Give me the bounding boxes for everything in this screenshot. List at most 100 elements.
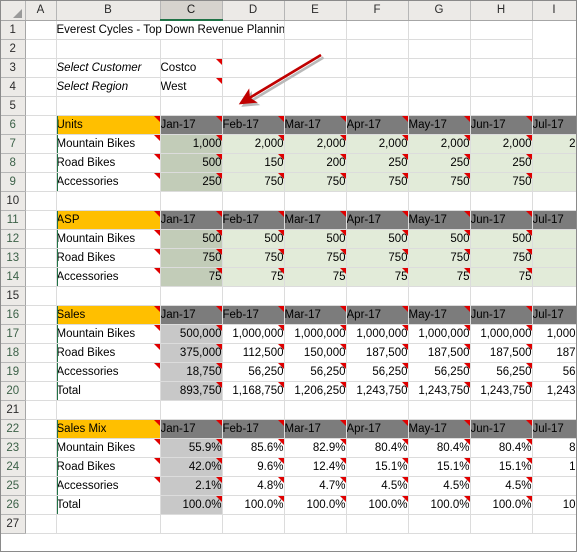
cell-F1[interactable] [284, 20, 347, 40]
cell-sales-accessories-jan[interactable]: 18,750 [159, 362, 223, 382]
cell-units-road-may[interactable]: 250 [408, 153, 471, 173]
cell-asp-accessories-jul[interactable] [532, 267, 576, 287]
column-header-I[interactable]: I [532, 1, 576, 21]
cell-A16[interactable] [25, 305, 57, 325]
cell-asp-accessories-may[interactable]: 75 [408, 267, 471, 287]
cell-D3[interactable] [222, 58, 285, 78]
cell-H15[interactable] [470, 286, 533, 306]
row-header-2[interactable]: 2 [1, 39, 26, 59]
month-header-sales-may[interactable]: May-17 [408, 305, 471, 325]
cell-mix-mountain-jun[interactable]: 80.4% [470, 438, 533, 458]
cell-I10[interactable] [532, 191, 576, 211]
cell-mix-road-may[interactable]: 15.1% [408, 457, 471, 477]
cell-sales-total-jul[interactable]: 1,243 [532, 380, 576, 401]
cell-A27[interactable] [25, 514, 57, 534]
cell-asp-road-feb[interactable]: 750 [222, 248, 285, 268]
cell-asp-road-may[interactable]: 750 [408, 248, 471, 268]
cell-sales-accessories-mar[interactable]: 56,250 [284, 362, 347, 382]
cell-C2[interactable] [160, 39, 223, 59]
month-header-mix-apr[interactable]: Apr-17 [346, 419, 409, 439]
cell-mix-mountain-mar[interactable]: 82.9% [284, 438, 347, 458]
cell-A3[interactable] [25, 58, 57, 78]
cell-mix-mountain-jan[interactable]: 55.9% [159, 438, 223, 458]
month-header-asp-jan[interactable]: Jan-17 [159, 209, 223, 230]
cell-sales-road-jun[interactable]: 187,500 [470, 343, 533, 363]
cell-sales-road-jan[interactable]: 375,000 [159, 343, 223, 363]
month-header-units-jun[interactable]: Jun-17 [470, 115, 533, 135]
cell-sales-road-jul[interactable]: 187 [532, 343, 576, 363]
row-header-10[interactable]: 10 [1, 191, 26, 211]
column-header-G[interactable]: G [408, 1, 471, 21]
month-header-mix-jan[interactable]: Jan-17 [159, 418, 223, 439]
cell-F27[interactable] [346, 514, 409, 534]
cell-C15[interactable] [160, 286, 223, 306]
cell-F15[interactable] [346, 286, 409, 306]
cell-B10[interactable] [56, 191, 161, 211]
cell-E3[interactable] [284, 58, 347, 78]
cell-A4[interactable] [25, 77, 57, 97]
cell-A7[interactable] [25, 134, 57, 154]
cell-units-mountain-mar[interactable]: 2,000 [284, 134, 347, 154]
cell-sales-total-jan[interactable]: 893,750 [159, 380, 223, 401]
cell-asp-road-apr[interactable]: 750 [346, 248, 409, 268]
cell-E5[interactable] [284, 96, 347, 116]
cell-G1[interactable] [346, 20, 409, 40]
row-header-1[interactable]: 1 [1, 20, 26, 40]
cell-mix-total-jun[interactable]: 100.0% [470, 494, 533, 515]
cell-A21[interactable] [25, 400, 57, 420]
cell-mix-road-mar[interactable]: 12.4% [284, 457, 347, 477]
cell-H10[interactable] [470, 191, 533, 211]
cell-asp-mountain-may[interactable]: 500 [408, 229, 471, 249]
row-header-21[interactable]: 21 [1, 400, 26, 420]
cell-I15[interactable] [532, 286, 576, 306]
cell-D4[interactable] [222, 77, 285, 97]
month-header-sales-mar[interactable]: Mar-17 [284, 305, 347, 325]
cell-mix-accessories-jan[interactable]: 2.1% [159, 476, 223, 496]
cell-sales-total-apr[interactable]: 1,243,750 [346, 380, 409, 401]
page-title[interactable]: Everest Cycles - Top Down Revenue Planni… [56, 20, 285, 40]
cell-H1[interactable] [408, 20, 471, 40]
month-header-sales-apr[interactable]: Apr-17 [346, 305, 409, 325]
cell-units-road-mar[interactable]: 200 [284, 153, 347, 173]
cell-B21[interactable] [56, 400, 161, 420]
cell-mix-total-feb[interactable]: 100.0% [222, 494, 285, 515]
cell-A20[interactable] [25, 381, 57, 401]
cell-sales-mountain-mar[interactable]: 1,000,000 [284, 324, 347, 344]
cell-units-road-jun[interactable]: 250 [470, 153, 533, 173]
cell-sales-road-may[interactable]: 187,500 [408, 343, 471, 363]
cell-sales-mountain-jan[interactable]: 500,000 [159, 324, 223, 344]
cell-mix-total-apr[interactable]: 100.0% [346, 494, 409, 515]
cell-H21[interactable] [470, 400, 533, 420]
select-region-value[interactable]: West [160, 77, 223, 97]
cell-F21[interactable] [346, 400, 409, 420]
month-header-mix-may[interactable]: May-17 [408, 419, 471, 439]
cell-I4[interactable] [532, 77, 576, 97]
month-header-mix-mar[interactable]: Mar-17 [284, 419, 347, 439]
cell-mix-total-jan[interactable]: 100.0% [159, 494, 223, 515]
month-header-asp-apr[interactable]: Apr-17 [346, 210, 409, 230]
cell-A26[interactable] [25, 495, 57, 515]
cell-A25[interactable] [25, 476, 57, 496]
cell-H2[interactable] [470, 39, 533, 59]
cell-E2[interactable] [284, 39, 347, 59]
cell-I27[interactable] [532, 514, 576, 534]
section-title-sales[interactable]: Sales [56, 305, 161, 325]
month-header-units-apr[interactable]: Apr-17 [346, 115, 409, 135]
column-header-A[interactable]: A [25, 1, 57, 21]
cell-asp-accessories-mar[interactable]: 75 [284, 267, 347, 287]
cell-mix-road-jul[interactable]: 1 [532, 457, 576, 477]
month-header-asp-jul[interactable]: Jul-17 [532, 210, 576, 230]
cell-A5[interactable] [25, 96, 57, 116]
cell-B2[interactable] [56, 39, 161, 59]
cell-sales-total-mar[interactable]: 1,206,250 [284, 380, 347, 401]
cell-units-mountain-may[interactable]: 2,000 [408, 134, 471, 154]
column-header-F[interactable]: F [346, 1, 409, 21]
cell-A22[interactable] [25, 419, 57, 439]
cell-sales-road-mar[interactable]: 150,000 [284, 343, 347, 363]
cell-sales-mountain-apr[interactable]: 1,000,000 [346, 324, 409, 344]
cell-A1[interactable] [25, 20, 57, 40]
cell-sales-mountain-jul[interactable]: 1,000 [532, 324, 576, 344]
row-header-4[interactable]: 4 [1, 77, 26, 97]
column-header-B[interactable]: B [56, 1, 161, 21]
month-header-mix-jul[interactable]: Jul-17 [532, 419, 576, 439]
